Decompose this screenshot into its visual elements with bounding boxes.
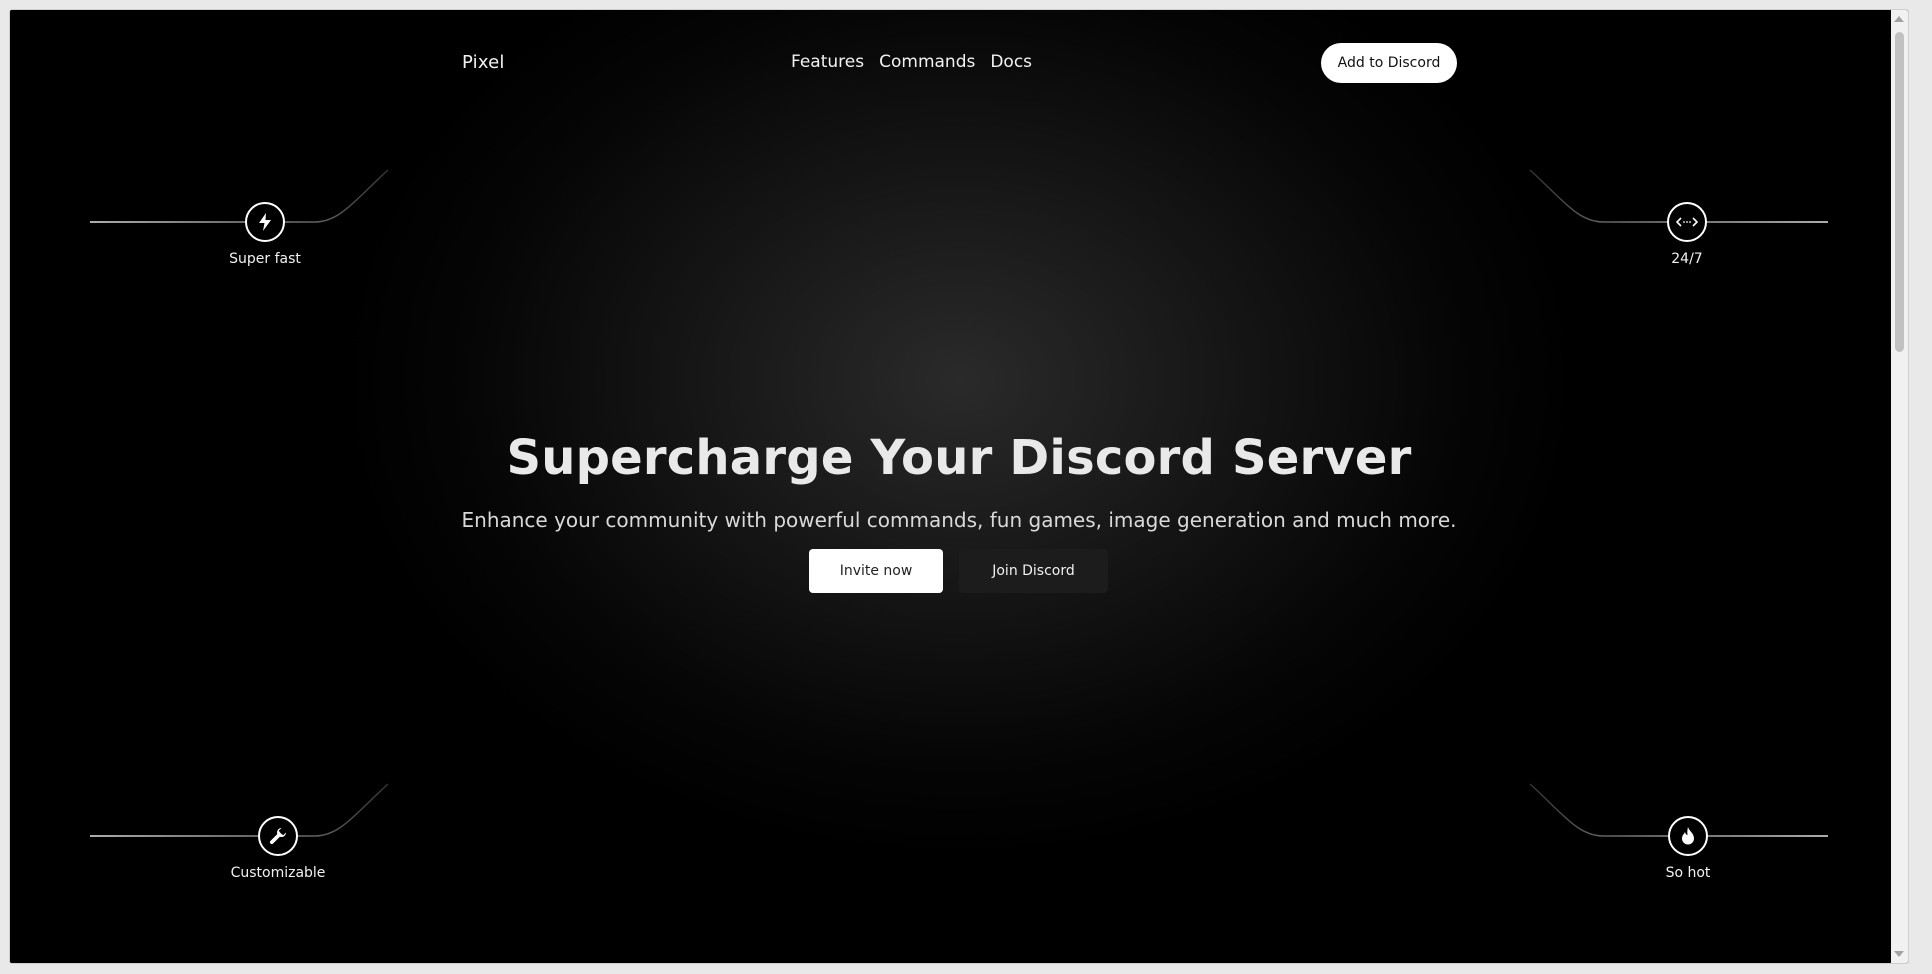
feature-label-so-hot: So hot xyxy=(1665,865,1711,881)
decorative-lines xyxy=(90,169,1828,963)
scroll-up-icon[interactable] xyxy=(1894,16,1904,22)
nav-links: Features Commands Docs xyxy=(791,52,1032,72)
feature-label-24-7: 24/7 xyxy=(1671,251,1703,267)
connector-line-top-left xyxy=(90,169,389,223)
connector-line-bottom-left xyxy=(90,783,389,837)
add-to-discord-button[interactable]: Add to Discord xyxy=(1321,43,1457,83)
hero-subtitle: Enhance your community with powerful com… xyxy=(461,508,1457,532)
code-arrows-icon xyxy=(1667,202,1707,242)
invite-now-button[interactable]: Invite now xyxy=(809,549,943,593)
brand-logo-text[interactable]: Pixel xyxy=(462,52,505,73)
nav-link-docs[interactable]: Docs xyxy=(990,52,1032,72)
scroll-down-icon[interactable] xyxy=(1894,951,1904,957)
browser-viewport: Pixel Features Commands Docs Add to Disc… xyxy=(10,10,1908,963)
feature-label-customizable: Customizable xyxy=(230,865,326,881)
join-discord-button[interactable]: Join Discord xyxy=(959,549,1108,593)
feature-label-super-fast: Super fast xyxy=(229,251,301,267)
flame-icon xyxy=(1668,816,1708,856)
wrench-icon xyxy=(258,816,298,856)
scroll-thumb[interactable] xyxy=(1895,32,1904,352)
top-navigation: Pixel Features Commands Docs Add to Disc… xyxy=(10,10,1908,100)
vertical-scrollbar[interactable] xyxy=(1891,10,1908,963)
nav-link-features[interactable]: Features xyxy=(791,52,864,72)
lightning-icon xyxy=(245,202,285,242)
hero-title: Supercharge Your Discord Server xyxy=(506,430,1412,486)
nav-link-commands[interactable]: Commands xyxy=(879,52,975,72)
